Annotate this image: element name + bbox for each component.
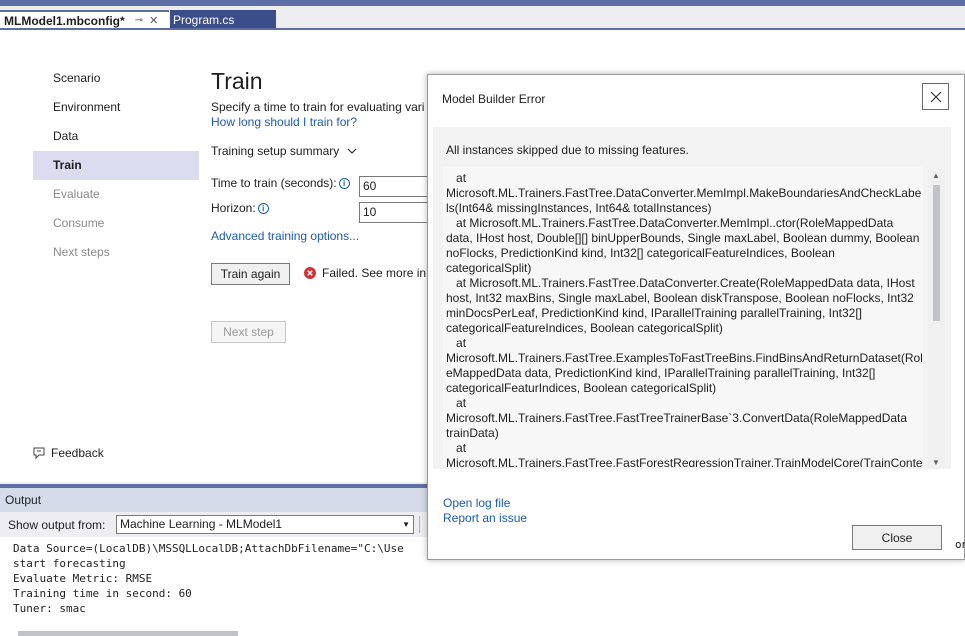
nav-item-label: Data [53, 129, 79, 143]
document-tab-strip: MLModel1.mbconfig* ⊸ ✕ Program.cs [0, 0, 965, 30]
time-to-train-text: Time to train (seconds): [211, 176, 337, 190]
dialog-close-button[interactable] [922, 83, 949, 110]
model-builder-error-dialog: Model Builder Error All instances skippe… [427, 74, 965, 560]
open-log-file-link[interactable]: Open log file [443, 496, 510, 510]
nav-item-scenario[interactable]: Scenario [33, 64, 199, 93]
nav-item-environment[interactable]: Environment [33, 93, 199, 122]
nav-item-consume: Consume [33, 209, 199, 238]
nav-item-label: Environment [53, 100, 121, 114]
horizontal-scrollbar[interactable] [18, 631, 238, 636]
scroll-down-icon[interactable]: ▼ [932, 458, 940, 467]
nav-item-label: Scenario [53, 71, 101, 85]
tab-title: Program.cs [173, 12, 235, 27]
next-step-button: Next step [211, 321, 286, 343]
output-overflow-text: on [955, 538, 965, 551]
horizon-label: Horizon: i [211, 201, 269, 215]
horizon-input[interactable]: 10 [359, 202, 429, 223]
feedback-link[interactable]: Feedback [32, 446, 104, 460]
nav-item-train[interactable]: Train [33, 151, 199, 180]
output-line: Evaluate Metric: RMSE [13, 572, 153, 585]
pin-icon[interactable]: ⊸ [135, 15, 143, 26]
output-source-select[interactable]: Machine Learning - MLModel1 ▼ [116, 515, 414, 534]
vertical-scrollbar[interactable]: ▲ ▼ [928, 169, 944, 469]
how-long-train-link[interactable]: How long should I train for? [211, 115, 357, 129]
nav-item-label: Consume [53, 216, 105, 230]
time-to-train-input[interactable]: 60 [359, 176, 429, 197]
toolbar-separator [419, 516, 420, 533]
error-message: All instances skipped due to missing fea… [446, 143, 689, 157]
nav-item-label: Train [53, 158, 82, 172]
info-icon[interactable]: i [257, 202, 269, 214]
dialog-body: All instances skipped due to missing fea… [433, 127, 951, 469]
nav-item-label: Next steps [53, 245, 110, 259]
chevron-down-icon: ▼ [402, 520, 410, 529]
failed-text: Failed. See more in ( [322, 266, 434, 280]
tab-strip-top-bar [0, 0, 965, 6]
setup-summary-label: Training setup summary [211, 144, 340, 158]
tab-title: MLModel1.mbconfig* [4, 13, 125, 28]
scrollbar-thumb[interactable] [933, 185, 940, 321]
time-to-train-label: Time to train (seconds): i [211, 176, 350, 190]
training-setup-summary-toggle[interactable]: Training setup summary [211, 144, 357, 158]
train-description: Specify a time to train for evaluating v… [211, 100, 425, 114]
output-line: Tuner: smac [13, 602, 86, 615]
feedback-icon [33, 447, 45, 460]
error-icon [304, 267, 316, 279]
step-navigation: Scenario Environment Data Train Evaluate… [33, 64, 199, 267]
scroll-up-icon[interactable]: ▲ [932, 171, 940, 180]
feedback-label: Feedback [51, 446, 104, 460]
report-issue-link[interactable]: Report an issue [443, 511, 527, 525]
advanced-training-options-link[interactable]: Advanced training options... [211, 229, 359, 243]
nav-item-data[interactable]: Data [33, 122, 199, 151]
close-button[interactable]: Close [852, 525, 942, 550]
horizon-text: Horizon: [211, 201, 256, 215]
close-icon [930, 91, 941, 102]
nav-item-next-steps: Next steps [33, 238, 199, 267]
dialog-title: Model Builder Error [442, 92, 546, 106]
training-status: Failed. See more in ( [304, 266, 433, 280]
show-output-from-label: Show output from: [8, 517, 106, 532]
stack-trace[interactable]: at Microsoft.ML.Trainers.FastTree.DataCo… [443, 167, 923, 467]
tab-mlmodel-mbconfig[interactable]: MLModel1.mbconfig* ⊸ ✕ [0, 10, 169, 29]
output-source-value: Machine Learning - MLModel1 [120, 517, 283, 531]
train-again-button[interactable]: Train again [211, 263, 290, 285]
nav-item-evaluate: Evaluate [33, 180, 199, 209]
tab-program-cs[interactable]: Program.cs [170, 10, 276, 29]
chevron-down-icon [347, 148, 357, 154]
nav-item-label: Evaluate [53, 187, 100, 201]
page-title: Train [211, 68, 263, 94]
output-line: Training time in second: 60 [13, 587, 192, 600]
close-tab-icon[interactable]: ✕ [149, 14, 158, 27]
info-icon[interactable]: i [338, 177, 350, 189]
